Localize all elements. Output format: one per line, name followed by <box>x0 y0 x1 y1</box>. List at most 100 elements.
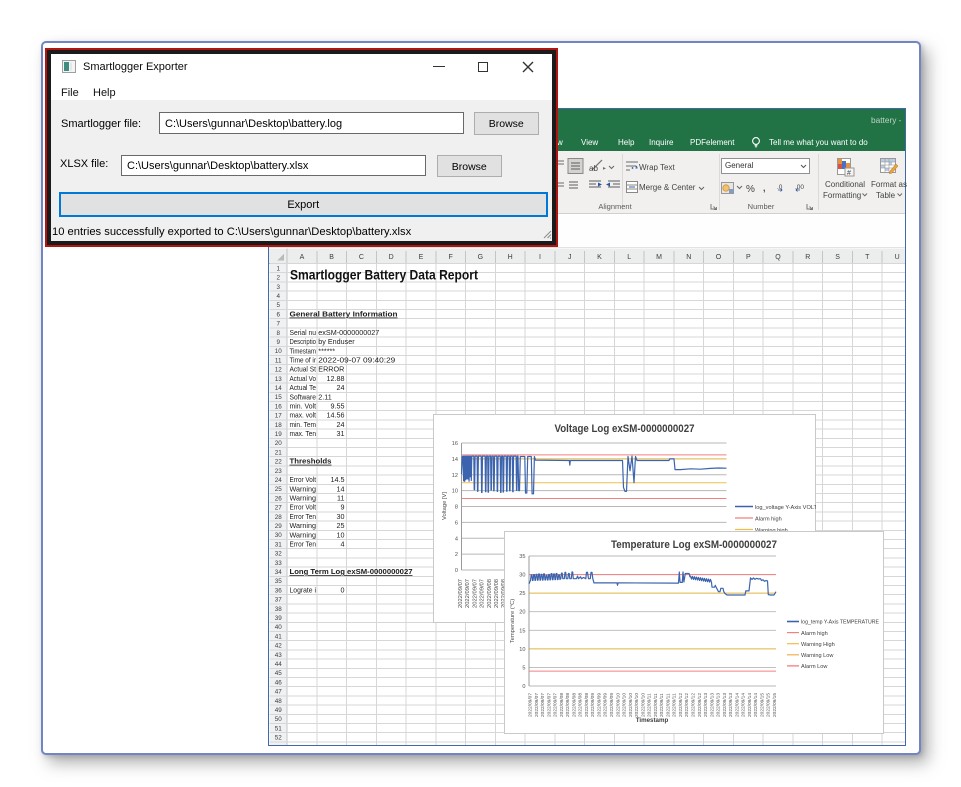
svg-text:2022/09/15: 2022/09/15 <box>759 693 765 717</box>
svg-text:2022/09/12: 2022/09/12 <box>696 693 702 717</box>
svg-text:Error Ten: Error Ten <box>290 540 317 549</box>
svg-text:U: U <box>895 254 900 261</box>
svg-text:2022/09/12: 2022/09/12 <box>690 693 696 717</box>
svg-text:2022/09/10: 2022/09/10 <box>634 693 640 717</box>
svg-text:3: 3 <box>276 284 280 291</box>
svg-text:2022/09/12: 2022/09/12 <box>684 693 690 717</box>
svg-text:29: 29 <box>275 523 283 530</box>
svg-text:8: 8 <box>454 505 457 511</box>
svg-text:0: 0 <box>341 586 345 595</box>
svg-text:Descriptio: Descriptio <box>290 337 317 346</box>
svg-text:2022/09/08: 2022/09/08 <box>494 579 500 608</box>
svg-text:23: 23 <box>275 468 283 475</box>
svg-text:Warning High: Warning High <box>801 642 835 648</box>
svg-text:9: 9 <box>276 339 280 346</box>
svg-text:9.55: 9.55 <box>331 402 345 411</box>
svg-text:2022/09/11: 2022/09/11 <box>646 693 652 717</box>
svg-text:0: 0 <box>522 684 525 690</box>
svg-text:T: T <box>865 254 870 261</box>
svg-text:2022/09/08: 2022/09/08 <box>486 579 492 608</box>
svg-text:N: N <box>686 254 691 261</box>
svg-text:******: ****** <box>318 346 335 355</box>
svg-text:11: 11 <box>275 357 282 364</box>
svg-text:max. volt: max. volt <box>290 411 317 420</box>
svg-text:2022/09/11: 2022/09/11 <box>652 693 658 717</box>
svg-text:4: 4 <box>341 540 345 549</box>
svg-text:48: 48 <box>275 698 283 705</box>
svg-text:E: E <box>419 254 424 261</box>
svg-text:I: I <box>539 254 541 261</box>
svg-text:14.5: 14.5 <box>331 475 345 484</box>
svg-text:2022/09/07: 2022/09/07 <box>458 579 464 608</box>
svg-text:S: S <box>835 254 840 261</box>
svg-text:2022/09/14: 2022/09/14 <box>746 693 752 717</box>
svg-text:2022/09/09: 2022/09/09 <box>596 693 602 717</box>
svg-text:F: F <box>449 254 453 261</box>
svg-text:2022/09/13: 2022/09/13 <box>715 693 721 717</box>
svg-text:2022/09/10: 2022/09/10 <box>621 693 627 717</box>
svg-text:R: R <box>805 254 810 261</box>
svg-text:exSM-0000000027: exSM-0000000027 <box>318 328 379 337</box>
svg-text:,: , <box>763 183 766 193</box>
svg-text:34: 34 <box>275 569 283 576</box>
svg-text:46: 46 <box>275 679 283 686</box>
svg-text:Error Volt: Error Volt <box>290 503 317 512</box>
svg-text:2022/09/13: 2022/09/13 <box>728 693 734 717</box>
svg-text:Actual St: Actual St <box>290 365 317 374</box>
svg-text:J: J <box>568 254 572 261</box>
svg-text:25: 25 <box>519 591 525 597</box>
svg-text:ab: ab <box>589 164 598 173</box>
svg-text:6: 6 <box>276 311 280 318</box>
svg-text:K: K <box>597 254 602 261</box>
svg-text:50: 50 <box>275 716 283 723</box>
svg-text:43: 43 <box>275 652 283 659</box>
svg-text:Warning: Warning <box>290 530 317 539</box>
svg-text:Timestam: Timestam <box>290 346 317 355</box>
svg-text:min. Volt: min. Volt <box>290 402 317 411</box>
svg-text:G: G <box>478 254 483 261</box>
svg-text:Lograte i: Lograte i <box>290 586 317 595</box>
svg-text:2022/09/07: 2022/09/07 <box>540 693 546 717</box>
svg-text:14: 14 <box>451 457 457 463</box>
svg-text:2022/09/13: 2022/09/13 <box>721 693 727 717</box>
svg-text:2022/09/07: 2022/09/07 <box>552 693 558 717</box>
svg-text:2022/09/15: 2022/09/15 <box>772 693 778 717</box>
svg-text:Q: Q <box>775 254 781 261</box>
svg-text:30: 30 <box>519 573 525 579</box>
svg-text:7: 7 <box>276 321 280 328</box>
svg-text:45: 45 <box>275 670 283 677</box>
svg-text:40: 40 <box>275 624 283 631</box>
svg-text:A: A <box>300 254 305 261</box>
svg-text:35: 35 <box>519 554 525 560</box>
svg-text:52: 52 <box>275 735 283 742</box>
svg-text:2022/09/07: 2022/09/07 <box>527 693 533 717</box>
svg-text:Actual Te: Actual Te <box>290 383 317 392</box>
svg-text:35: 35 <box>275 578 283 585</box>
svg-text:2022/09/11: 2022/09/11 <box>671 693 677 717</box>
svg-text:31: 31 <box>337 429 345 438</box>
svg-text:Software: Software <box>290 392 317 401</box>
svg-text:10: 10 <box>337 530 345 539</box>
svg-text:2022/09/07: 2022/09/07 <box>465 579 471 608</box>
svg-text:1: 1 <box>276 265 280 272</box>
svg-text:37: 37 <box>275 597 283 604</box>
svg-text:20: 20 <box>519 610 525 616</box>
svg-text:2022/09/08: 2022/09/08 <box>577 693 583 717</box>
svg-text:2022-09-07 09:40:29: 2022-09-07 09:40:29 <box>318 356 395 365</box>
svg-text:14.56: 14.56 <box>327 411 345 420</box>
svg-text:26: 26 <box>275 495 283 502</box>
svg-text:2022/09/15: 2022/09/15 <box>765 693 771 717</box>
svg-text:Smartlogger Battery Data Repor: Smartlogger Battery Data Report <box>290 268 478 283</box>
svg-text:49: 49 <box>275 707 283 714</box>
svg-text:18: 18 <box>275 422 283 429</box>
svg-text:25: 25 <box>275 486 283 493</box>
svg-text:32: 32 <box>275 551 283 558</box>
svg-text:36: 36 <box>275 587 283 594</box>
svg-text:21: 21 <box>275 449 283 456</box>
svg-text:max. Ten: max. Ten <box>290 429 317 438</box>
svg-text:10: 10 <box>519 647 525 653</box>
svg-text:33: 33 <box>275 560 283 567</box>
svg-text:2022/09/10: 2022/09/10 <box>640 693 646 717</box>
svg-text:Voltage [V]: Voltage [V] <box>442 492 448 520</box>
svg-text:12.88: 12.88 <box>327 374 345 383</box>
